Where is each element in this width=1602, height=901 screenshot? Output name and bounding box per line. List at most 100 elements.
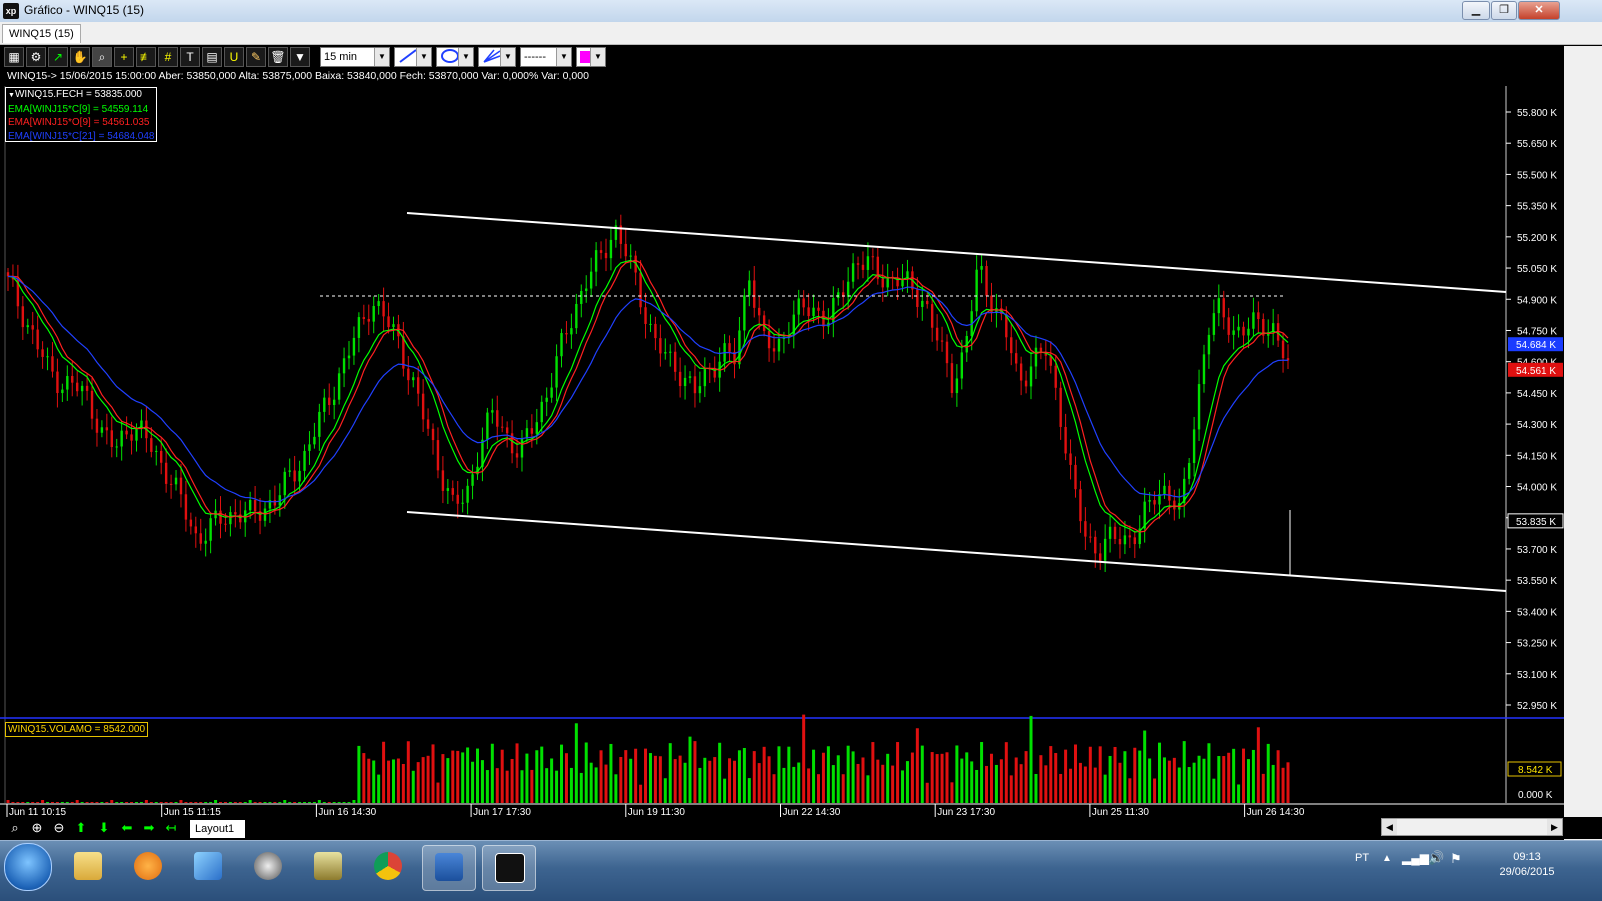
volume-bar — [31, 802, 35, 803]
volume-bar — [337, 802, 341, 803]
volume-bar — [273, 802, 277, 803]
candle-body — [748, 280, 751, 296]
volume-bar — [1069, 768, 1073, 803]
candle-body — [130, 434, 133, 441]
volume-bar — [377, 774, 381, 803]
volume-bar — [214, 800, 218, 803]
candle-body — [1242, 326, 1245, 336]
candle-body — [777, 338, 781, 352]
arrow-up-icon[interactable]: ⬆ — [72, 820, 90, 836]
volume-bar — [718, 742, 722, 803]
horizontal-scrollbar[interactable]: ◀ ▶ — [1381, 818, 1563, 836]
volume-bar — [307, 802, 311, 803]
volume-bar — [303, 802, 307, 803]
tool-icon — [314, 852, 342, 880]
search-icon[interactable]: ⌕ — [6, 820, 24, 836]
candle-body — [41, 349, 44, 357]
indicator-legend[interactable]: ▼WINQ15.FECH = 53835.000 EMA[WINJ15*C[9]… — [5, 87, 157, 142]
candle-body — [659, 338, 662, 354]
volume-bar — [1143, 730, 1147, 803]
volume-bar — [1276, 750, 1280, 803]
volume-bar — [1009, 775, 1013, 803]
arrow-right-icon[interactable]: ➡ — [140, 820, 158, 836]
volume-bar — [125, 802, 129, 803]
volume-bar — [1197, 755, 1201, 803]
candle-body — [328, 397, 331, 406]
volume-bar — [1019, 764, 1023, 803]
candle-body — [105, 427, 109, 431]
taskbar-tool[interactable] — [302, 845, 354, 889]
taskbar-word[interactable] — [422, 845, 476, 891]
tray-expand-icon[interactable]: ▲ — [1382, 853, 1392, 864]
candle-body — [387, 316, 390, 328]
candle-body — [540, 401, 543, 423]
candle-body — [412, 377, 415, 381]
candle-body — [797, 298, 800, 315]
volume-bar — [342, 802, 346, 803]
candle-body — [46, 356, 49, 358]
system-clock[interactable]: 09:13 29/06/2015 — [1492, 850, 1562, 880]
volume-bar — [85, 802, 89, 803]
volume-bar — [317, 800, 321, 803]
zoom-in-icon[interactable]: ⊕ — [28, 820, 46, 836]
taskbar-hp[interactable] — [242, 845, 294, 889]
volume-bar — [406, 741, 410, 803]
volume-bar — [357, 745, 361, 803]
candle-body — [135, 428, 138, 441]
scroll-right-icon[interactable]: ▶ — [1547, 819, 1562, 835]
volume-bar — [283, 800, 287, 803]
y-tick-label: 54.450 K — [1517, 389, 1557, 400]
tray-language[interactable]: PT — [1355, 852, 1369, 864]
scroll-left-icon[interactable]: ◀ — [1382, 819, 1397, 835]
candle-body — [703, 368, 707, 387]
candle-body — [313, 436, 316, 445]
taskbar-explorer[interactable] — [62, 845, 114, 889]
signal-icon[interactable]: ▂▄▆ — [1402, 851, 1429, 865]
candle-body — [1059, 387, 1062, 427]
volume-bar — [658, 756, 662, 803]
volume-bar — [451, 750, 455, 803]
volume-bar — [1266, 743, 1270, 803]
candle-body — [921, 300, 924, 307]
volume-bar — [797, 762, 801, 803]
candle-body — [120, 430, 123, 447]
volume-bar — [1182, 741, 1186, 803]
taskbar-chrome[interactable] — [362, 845, 414, 889]
volume-bar — [139, 802, 143, 803]
taskbar-media-player[interactable] — [122, 845, 174, 889]
candle-body — [950, 363, 954, 394]
candle-body — [916, 289, 919, 307]
volume-bar — [1222, 756, 1226, 803]
candle-body — [1128, 535, 1132, 538]
volume-bar — [560, 744, 564, 803]
taskbar-xp[interactable] — [482, 845, 536, 891]
volume-bar — [421, 757, 425, 803]
arrow-left-icon[interactable]: ⬅ — [118, 820, 136, 836]
start-button[interactable] — [4, 843, 52, 891]
candle-body — [155, 450, 158, 452]
candle-body — [431, 428, 435, 441]
candle-body — [1029, 366, 1033, 387]
layout-tab[interactable]: Layout1 — [190, 820, 245, 838]
candle-body — [846, 281, 850, 297]
candle-body — [1197, 384, 1201, 430]
arrow-end-icon[interactable]: ↤ — [162, 820, 180, 836]
volume-bar — [886, 753, 890, 803]
volume-bar — [792, 766, 796, 803]
candle-body — [738, 330, 741, 365]
candle-body — [639, 272, 642, 308]
volume-bar — [1113, 746, 1117, 803]
taskbar-network[interactable] — [182, 845, 234, 889]
candle-body — [160, 450, 163, 463]
candle-body — [599, 250, 603, 253]
volume-bar — [204, 802, 208, 803]
y-tick-label: 55.050 K — [1517, 264, 1557, 275]
price-chart[interactable]: 55.800 K 55.650 K 55.500 K 55.350 K 55.200 K… — [0, 0, 1602, 900]
volume-icon[interactable]: 🔊 — [1428, 850, 1444, 866]
zoom-out-icon[interactable]: ⊖ — [50, 820, 68, 836]
action-center-icon[interactable]: ⚑ — [1450, 851, 1462, 867]
volume-bar — [475, 748, 479, 803]
candle-body — [85, 385, 89, 391]
candle-body — [194, 526, 197, 534]
arrow-down-icon[interactable]: ⬇ — [95, 820, 113, 836]
